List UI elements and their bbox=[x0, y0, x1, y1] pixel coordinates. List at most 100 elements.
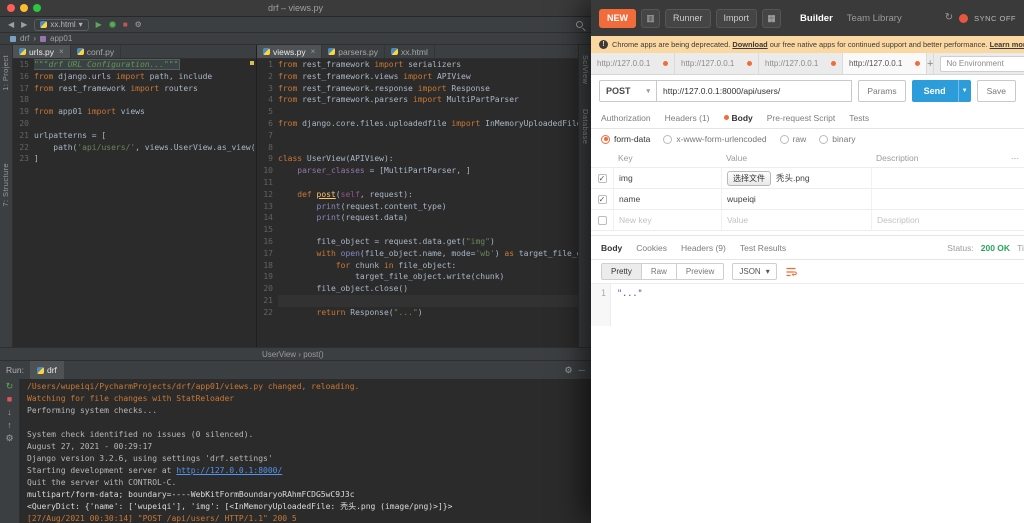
code-line[interactable] bbox=[278, 142, 578, 154]
code-line[interactable] bbox=[34, 118, 256, 130]
description-cell[interactable]: Description bbox=[871, 210, 1006, 230]
run-tab-drf[interactable]: drf bbox=[30, 361, 64, 379]
code-line[interactable]: file_object.close() bbox=[278, 283, 578, 295]
tab-team-library[interactable]: Team Library bbox=[847, 13, 902, 24]
code-line[interactable]: parser_classes = [MultiPartParser, ] bbox=[278, 165, 578, 177]
body-type-x-www-form-urlencoded[interactable]: x-www-form-urlencoded bbox=[663, 134, 766, 144]
editor-tab-urls-py[interactable]: urls.py× bbox=[13, 45, 71, 58]
layout-icon[interactable]: ▥ bbox=[641, 9, 660, 28]
notification-dot-icon[interactable] bbox=[959, 14, 968, 23]
code-line[interactable] bbox=[278, 224, 578, 236]
new-window-icon[interactable]: ▦ bbox=[762, 9, 781, 28]
forward-icon[interactable]: ▶ bbox=[21, 21, 27, 29]
search-icon[interactable] bbox=[576, 21, 583, 28]
sync-icon[interactable]: ↻ bbox=[945, 13, 953, 23]
code-line[interactable]: from django.urls import path, include bbox=[34, 71, 256, 83]
key-cell[interactable]: New key bbox=[613, 210, 721, 230]
request-tab-pre-request-script[interactable]: Pre-request Script bbox=[767, 113, 836, 123]
debug-icon[interactable] bbox=[109, 21, 116, 28]
key-cell[interactable]: name bbox=[613, 189, 721, 209]
breadcrumb-app01[interactable]: app01 bbox=[50, 34, 72, 43]
code-line[interactable]: """drf URL Configuration...""" bbox=[34, 59, 256, 71]
close-tab-icon[interactable]: × bbox=[311, 48, 316, 56]
request-tab-headers-1[interactable]: Headers (1) bbox=[665, 113, 710, 123]
key-cell[interactable]: img bbox=[613, 168, 721, 188]
body-type-raw[interactable]: raw bbox=[780, 134, 807, 144]
runner-button[interactable]: Runner bbox=[665, 9, 711, 28]
view-raw-button[interactable]: Raw bbox=[641, 263, 676, 280]
send-button[interactable]: Send bbox=[912, 80, 958, 102]
code-line[interactable]: from rest_framework import routers bbox=[34, 83, 256, 95]
sync-off-label[interactable]: SYNC OFF bbox=[974, 14, 1016, 23]
code-line[interactable] bbox=[34, 94, 256, 106]
method-breadcrumb[interactable]: UserView › post() bbox=[262, 350, 324, 359]
request-tab-2[interactable]: http://127.0.0.1 bbox=[675, 53, 759, 74]
zoom-window-button[interactable] bbox=[33, 4, 41, 12]
close-tab-icon[interactable]: × bbox=[59, 48, 64, 56]
run-icon[interactable]: ▶ bbox=[96, 21, 102, 29]
value-cell[interactable]: 选择文件秃头.png bbox=[721, 168, 871, 188]
code-line[interactable]: file_object = request.data.get("img") bbox=[278, 236, 578, 248]
back-icon[interactable]: ◀ bbox=[8, 21, 14, 29]
format-select[interactable]: JSON ▾ bbox=[732, 263, 776, 280]
code-line[interactable]: from django.core.files.uploadedfile impo… bbox=[278, 118, 578, 130]
scroll-down-icon[interactable]: ↓ bbox=[7, 408, 12, 417]
minimize-window-button[interactable] bbox=[20, 4, 28, 12]
view-preview-button[interactable]: Preview bbox=[676, 263, 724, 280]
body-type-binary[interactable]: binary bbox=[819, 134, 855, 144]
download-link[interactable]: Download bbox=[732, 40, 767, 49]
body-type-form-data[interactable]: form-data bbox=[601, 134, 650, 144]
response-body[interactable]: 1 "..." bbox=[591, 284, 1024, 326]
send-options-icon[interactable]: ▼ bbox=[958, 80, 971, 102]
code-text[interactable]: """drf URL Configuration..."""from djang… bbox=[34, 59, 256, 347]
code-line[interactable] bbox=[278, 295, 578, 307]
code-line[interactable] bbox=[278, 130, 578, 142]
code-line[interactable]: ] bbox=[34, 153, 256, 165]
urls-code-area[interactable]: 151617181920212223 """drf URL Configurat… bbox=[13, 59, 256, 347]
new-tab-button[interactable]: + bbox=[927, 53, 934, 74]
bulk-edit-icon[interactable]: ⋯ bbox=[1006, 153, 1024, 164]
code-line[interactable]: def post(self, request): bbox=[278, 189, 578, 201]
learn-more-link[interactable]: Learn more bbox=[990, 40, 1024, 49]
tab-builder[interactable]: Builder bbox=[800, 13, 833, 24]
url-input[interactable]: http://127.0.0.1:8000/api/users/ bbox=[657, 80, 852, 102]
tool-window-structure[interactable]: 7: Structure bbox=[1, 163, 10, 207]
tool-window-sciview[interactable]: SciView bbox=[581, 55, 590, 84]
response-tab-body[interactable]: Body bbox=[601, 243, 622, 253]
value-cell[interactable]: Value bbox=[721, 210, 871, 230]
code-line[interactable] bbox=[278, 106, 578, 118]
code-line[interactable]: for chunk in file_object: bbox=[278, 260, 578, 272]
run-settings-icon[interactable]: ⚙ bbox=[565, 365, 573, 376]
method-select[interactable]: POST ▾ bbox=[599, 80, 657, 102]
request-tab-tests[interactable]: Tests bbox=[849, 113, 869, 123]
breadcrumb-drf[interactable]: drf bbox=[20, 34, 29, 43]
run-configuration-select[interactable]: xx.html ▾ bbox=[34, 19, 88, 31]
scroll-up-icon[interactable]: ↑ bbox=[7, 421, 12, 430]
value-cell[interactable]: wupeiqi bbox=[721, 189, 871, 209]
run-console[interactable]: /Users/wupeiqi/PycharmProjects/drf/app01… bbox=[20, 379, 591, 523]
code-line[interactable]: target_file_object.write(chunk) bbox=[278, 271, 578, 283]
code-line[interactable]: class UserView(APIView): bbox=[278, 153, 578, 165]
request-tab-body[interactable]: Body bbox=[724, 113, 753, 123]
editor-tab-conf-py[interactable]: conf.py bbox=[71, 45, 121, 58]
settings-icon[interactable]: ⚙ bbox=[135, 21, 142, 29]
code-line[interactable]: from rest_framework import serializers bbox=[278, 59, 578, 71]
import-button[interactable]: Import bbox=[716, 9, 758, 28]
description-cell[interactable] bbox=[871, 189, 1006, 209]
choose-file-button[interactable]: 选择文件 bbox=[727, 171, 771, 186]
views-code-area[interactable]: 12345678910111213141516171819202122 from… bbox=[257, 59, 578, 347]
request-tab-1[interactable]: http://127.0.0.1 bbox=[591, 53, 675, 74]
request-tab-3[interactable]: http://127.0.0.1 bbox=[759, 53, 843, 74]
tool-window-database[interactable]: Database bbox=[581, 109, 590, 144]
tool-window-project[interactable]: 1: Project bbox=[1, 55, 10, 91]
response-tab-headers-9[interactable]: Headers (9) bbox=[681, 243, 726, 253]
wrap-lines-icon[interactable] bbox=[785, 266, 797, 278]
save-button[interactable]: Save bbox=[977, 80, 1016, 102]
row-checkbox[interactable]: ✓ bbox=[598, 195, 607, 204]
row-checkbox[interactable] bbox=[598, 216, 607, 225]
request-tab-authorization[interactable]: Authorization bbox=[601, 113, 651, 123]
response-tab-cookies[interactable]: Cookies bbox=[636, 243, 667, 253]
code-line[interactable]: print(request.content_type) bbox=[278, 201, 578, 213]
code-line[interactable] bbox=[278, 177, 578, 189]
console-settings-icon[interactable]: ⚙ bbox=[5, 434, 13, 443]
